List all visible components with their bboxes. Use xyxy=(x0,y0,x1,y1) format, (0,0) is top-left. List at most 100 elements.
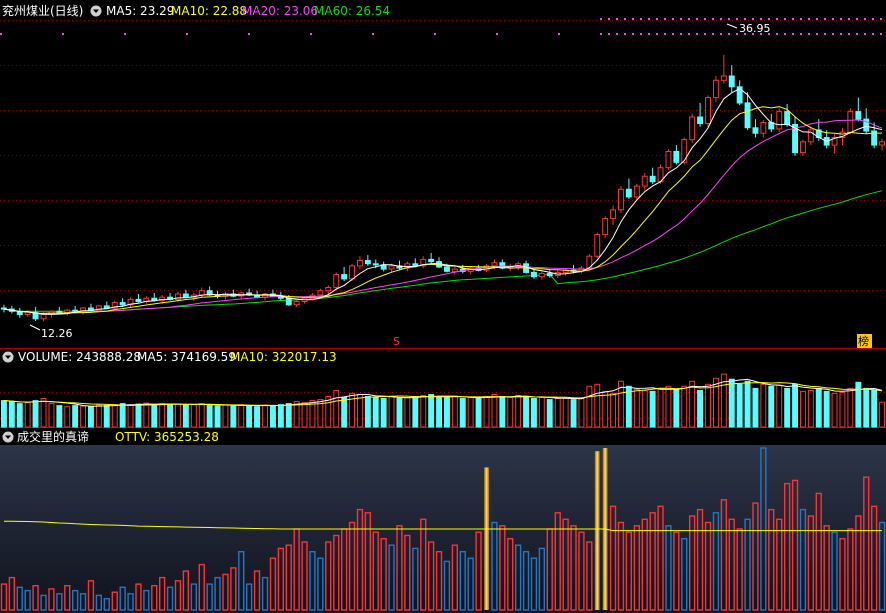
volume-bar xyxy=(523,396,529,428)
volume-bar xyxy=(214,405,221,428)
volume-bar xyxy=(341,397,348,428)
volume-bar xyxy=(736,383,743,428)
bang-marker[interactable]: 榜 xyxy=(857,334,872,348)
volume-bar xyxy=(285,403,292,428)
volume-bar xyxy=(562,397,569,428)
volume-bar xyxy=(190,404,197,428)
collapse-toggle-icon[interactable] xyxy=(2,431,14,443)
candle-body xyxy=(40,314,47,320)
volume-bar xyxy=(72,405,79,428)
candle-body xyxy=(752,127,759,134)
candle-body xyxy=(633,185,640,198)
volume-bar xyxy=(491,394,498,428)
volume-bar xyxy=(610,392,616,428)
volume-bar xyxy=(681,385,688,428)
volume-bar xyxy=(689,380,696,428)
volume-bar xyxy=(246,405,253,428)
volume-bar xyxy=(64,406,71,428)
candle-body xyxy=(610,209,616,219)
candle-body xyxy=(103,305,110,309)
candle-body xyxy=(546,273,553,277)
volume-bar xyxy=(56,405,63,428)
svg-text:12.26: 12.26 xyxy=(41,327,73,340)
volume-bar xyxy=(270,405,276,428)
volume-bar xyxy=(444,397,450,428)
volume-ma10-label: MA10: 322017.13 xyxy=(230,350,337,364)
volume-bar xyxy=(182,404,189,428)
volume-bar xyxy=(436,396,443,428)
candle-body xyxy=(713,79,719,99)
candle-body xyxy=(705,97,711,124)
candle-body xyxy=(349,265,356,280)
candle-body xyxy=(182,293,189,298)
volume-bar xyxy=(420,395,427,428)
volume-bar xyxy=(570,399,577,428)
candle-body xyxy=(720,75,727,81)
volume-bar xyxy=(372,397,379,428)
volume-bar xyxy=(238,404,245,428)
stock-chart[interactable]: 兖州煤业(日线) MA5: 23.29 MA10: 22.88 MA20: 23… xyxy=(0,0,886,613)
volume-bar xyxy=(357,394,363,428)
volume-bar xyxy=(800,390,806,428)
candle-body xyxy=(364,260,371,265)
price-panel[interactable] xyxy=(0,0,886,348)
candle-body xyxy=(24,311,31,315)
volume-bar xyxy=(744,380,751,428)
volume-bar xyxy=(396,398,403,428)
volume-bar xyxy=(230,405,237,428)
volume-bar xyxy=(8,401,15,428)
candle-body xyxy=(641,175,648,187)
volume-bar xyxy=(863,387,870,428)
volume-bar xyxy=(705,383,711,428)
volume-bar xyxy=(602,390,609,428)
volume-bar xyxy=(475,398,482,428)
volume-bar xyxy=(728,378,735,428)
volume-bar xyxy=(159,403,166,428)
volume-bar xyxy=(103,405,110,428)
indicator-bar xyxy=(484,467,489,610)
candle-body xyxy=(602,217,609,236)
volume-bar xyxy=(839,391,846,428)
volume-bar xyxy=(633,388,640,428)
candle-body xyxy=(325,287,332,292)
volume-bar xyxy=(167,404,174,428)
volume-bar xyxy=(499,396,506,428)
ma20-label: MA20: 23.06 xyxy=(242,4,318,18)
volume-bar xyxy=(665,385,672,428)
candle-body xyxy=(333,274,340,289)
candle-body xyxy=(760,121,767,134)
signal-s-marker[interactable]: S xyxy=(393,335,400,348)
ma60-label: MA60: 26.54 xyxy=(314,4,390,18)
volume-bar xyxy=(16,403,23,428)
volume-ma5-label: MA5: 374169.59 xyxy=(137,350,236,364)
candle-body xyxy=(784,111,791,126)
volume-bar xyxy=(760,383,767,428)
indicator-name: 成交里的真谛 xyxy=(17,429,89,444)
candle-body xyxy=(119,302,126,306)
candle-body xyxy=(451,268,458,272)
candle-body xyxy=(855,111,862,120)
candle-body xyxy=(428,258,435,263)
volume-bar xyxy=(649,390,656,428)
volume-bar xyxy=(847,387,854,428)
candle-body xyxy=(728,75,735,88)
volume-bar xyxy=(815,387,822,428)
volume-bar xyxy=(657,387,664,428)
volume-bar xyxy=(507,397,514,428)
candle-body xyxy=(372,263,379,266)
collapse-toggle-icon[interactable] xyxy=(2,351,14,363)
collapse-toggle-icon[interactable] xyxy=(90,5,102,17)
volume-bars[interactable] xyxy=(1,373,885,428)
volume-bar xyxy=(277,404,284,428)
candle-body xyxy=(72,309,79,312)
volume-bar xyxy=(594,383,601,428)
volume-bar xyxy=(325,396,332,428)
volume-label: VOLUME: 243888.28 xyxy=(18,350,141,364)
volume-bar xyxy=(752,387,759,428)
volume-bar xyxy=(673,388,680,428)
ottv-label: OTTV: 365253.28 xyxy=(115,430,219,444)
volume-bar xyxy=(404,397,411,428)
volume-bar xyxy=(1,400,7,428)
candle-body xyxy=(388,265,395,270)
volume-bar xyxy=(222,404,229,428)
